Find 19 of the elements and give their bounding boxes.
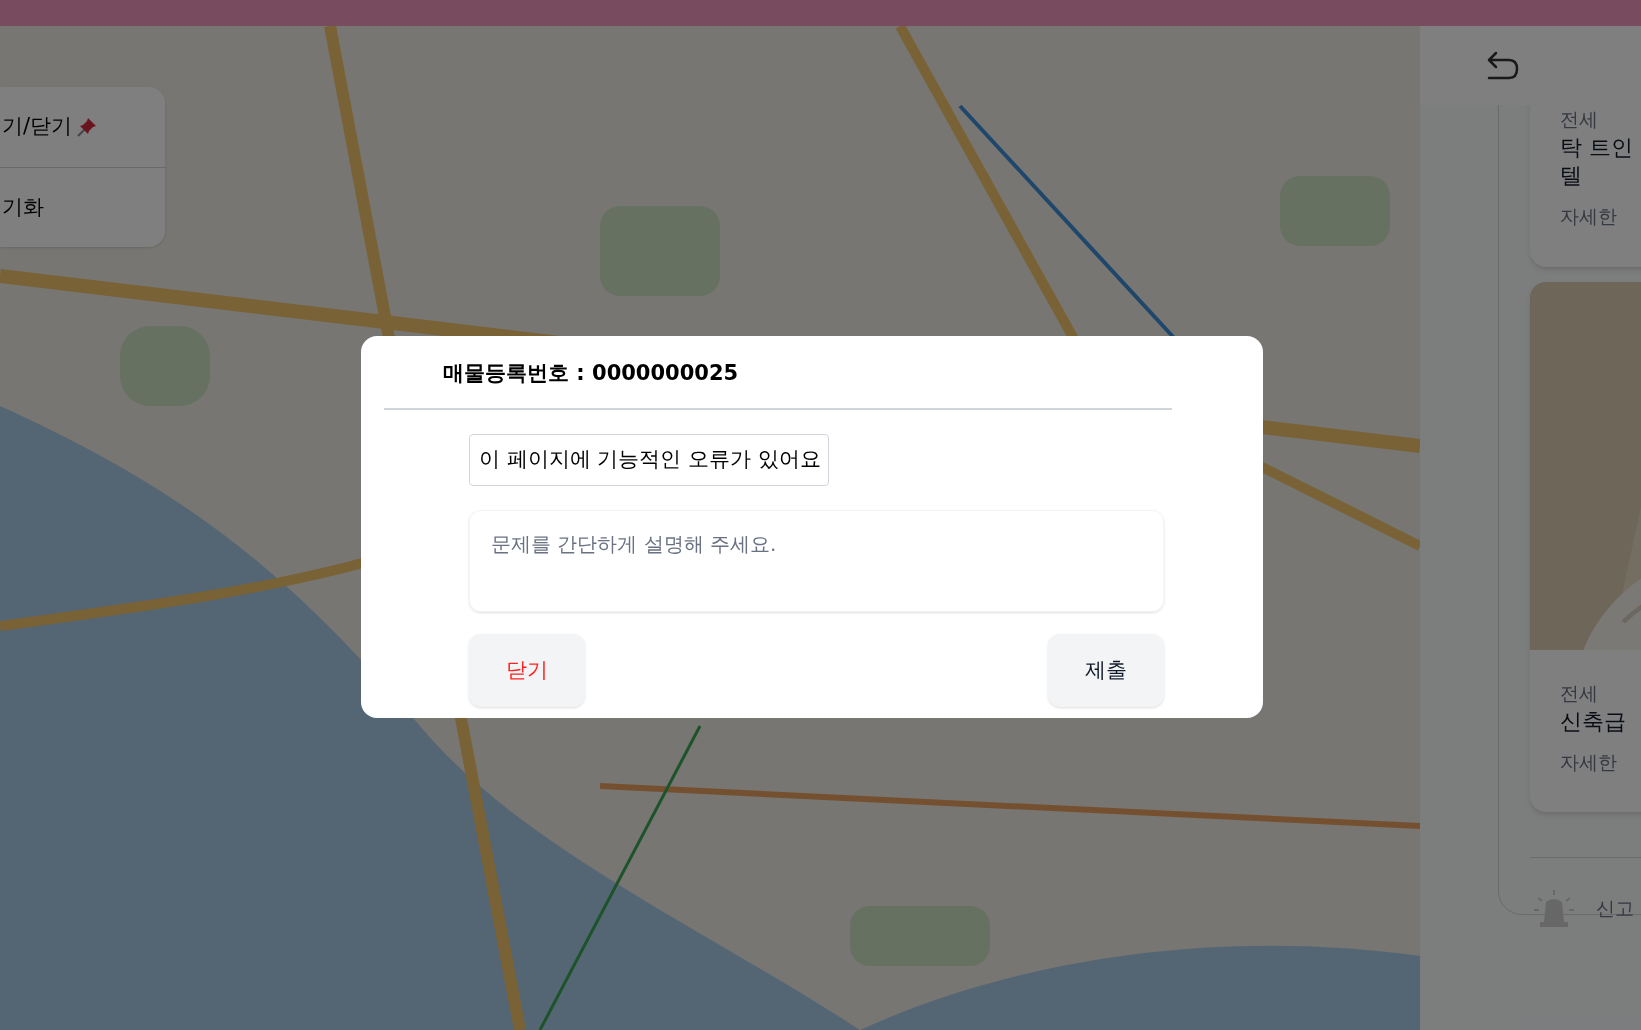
- menu-item[interactable]: 기/닫기: [2, 111, 73, 143]
- menu-item[interactable]: 기화: [2, 191, 44, 224]
- deal-type: 전세: [1560, 107, 1599, 132]
- reason-select[interactable]: 이 페이지에 기능적인 오류가 있어요: [469, 434, 829, 486]
- description-field[interactable]: 문제를 간단하게 설명해 주세요.: [469, 510, 1164, 612]
- pushpin-icon: [76, 116, 99, 138]
- details-link[interactable]: 자세한: [1560, 747, 1641, 776]
- dialog-title: 매물등록번호 : 0000000025: [443, 360, 740, 387]
- listing-title: 탁 트인: [1560, 134, 1633, 162]
- report-button[interactable]: 신고: [1596, 893, 1634, 923]
- listing-title: 텔: [1560, 162, 1582, 190]
- details-link[interactable]: 자세한: [1560, 202, 1641, 231]
- close-button[interactable]: 닫기: [469, 634, 585, 707]
- submit-button[interactable]: 제출: [1048, 634, 1164, 707]
- listing-title: 신축급: [1560, 707, 1626, 736]
- deal-type: 전세: [1560, 680, 1599, 706]
- listing-card[interactable]: 전세 신축급 자세한: [1530, 281, 1641, 812]
- back-icon[interactable]: [1485, 49, 1521, 82]
- listing-card[interactable]: 전세 탁 트인 텔 자세한: [1530, 105, 1641, 267]
